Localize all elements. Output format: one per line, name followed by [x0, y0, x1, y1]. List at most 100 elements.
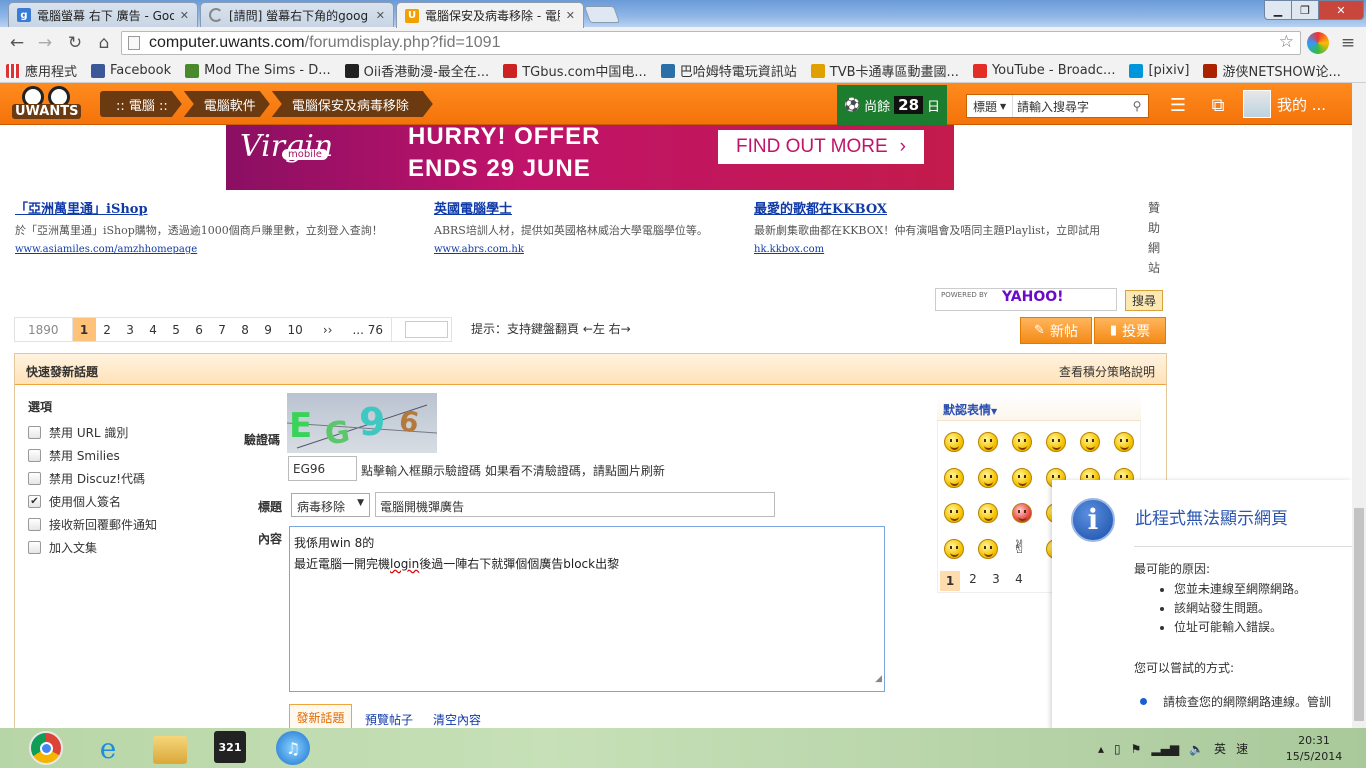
scrollbar-thumb[interactable] — [1354, 508, 1364, 721]
home-icon[interactable]: ⌂ — [93, 32, 115, 54]
bookmark-facebook[interactable]: Facebook — [91, 63, 171, 78]
find-out-more-button[interactable]: FIND OUT MORE › — [718, 130, 924, 164]
bookmark-apps[interactable]: 應用程式 — [6, 61, 77, 80]
ad-url[interactable]: www.abrs.com.hk — [434, 244, 708, 255]
search-icon[interactable]: ⚲ — [1126, 99, 1148, 113]
tab-question[interactable]: [請問] 螢幕右下角的goog ✕ — [200, 2, 394, 27]
next-page-link[interactable]: ›› — [311, 318, 345, 341]
option-disable-discuz[interactable]: 禁用 Discuz!代碼 — [28, 470, 145, 487]
smiley-icon[interactable] — [978, 539, 998, 559]
volume-icon[interactable]: 🔈 — [1189, 742, 1204, 756]
smiley-icon[interactable] — [1080, 432, 1100, 452]
content-textarea[interactable]: 我係用win 8的 最近電腦一開完機login後過一陣右下就彈個個廣告block… — [289, 526, 885, 692]
chrome-icon[interactable] — [29, 731, 63, 765]
days-left-badge[interactable]: ⚽ 尚餘 28 日 — [837, 85, 947, 125]
signal-icon[interactable]: ▂▄▆ — [1151, 742, 1179, 756]
windows-icon[interactable]: ⧉ — [1205, 93, 1231, 117]
checkbox[interactable] — [28, 472, 41, 485]
menu-icon[interactable]: ≡ — [1337, 32, 1359, 54]
bookmark-tvb[interactable]: TVB卡通專區動畫國... — [810, 61, 959, 80]
page-link[interactable]: 6 — [188, 318, 211, 341]
option-reply-notify[interactable]: 接收新回覆郵件通知 — [28, 516, 157, 533]
file-explorer-icon[interactable] — [153, 736, 187, 764]
show-hidden-icons-icon[interactable]: ▴ — [1098, 742, 1104, 756]
page-jump-field[interactable] — [404, 321, 448, 338]
checkbox[interactable] — [28, 426, 41, 439]
new-thread-button[interactable]: ✎ 新帖 — [1020, 317, 1092, 344]
close-window-button[interactable]: ✕ — [1318, 0, 1364, 20]
resize-handle-icon[interactable]: ◢ — [875, 669, 882, 690]
smiley-icon[interactable] — [1046, 432, 1066, 452]
option-use-signature[interactable]: ✔ 使用個人簽名 — [28, 493, 121, 510]
clock[interactable]: 20:31 15/5/2014 — [1284, 733, 1344, 765]
breadcrumb-computer[interactable]: :: 電腦 :: — [100, 91, 182, 117]
page-link[interactable]: 10 — [280, 318, 311, 341]
captcha-input[interactable]: EG96 — [288, 456, 357, 481]
smiley-icon[interactable] — [978, 468, 998, 488]
captcha-image[interactable]: E G 9 6 — [286, 393, 438, 453]
breadcrumb-security[interactable]: 電腦保安及病毒移除 — [272, 91, 433, 117]
page-link[interactable]: 2 — [96, 318, 119, 341]
preview-link[interactable]: 預覽帖子 — [365, 711, 413, 728]
smiley-icon[interactable] — [1012, 503, 1032, 523]
my-account-menu[interactable]: 我的 ... — [1243, 90, 1326, 118]
smiley-icon[interactable] — [978, 432, 998, 452]
ad-title[interactable]: 英國電腦學士 — [434, 198, 708, 217]
checkbox[interactable] — [28, 541, 41, 554]
star-icon[interactable]: ☆ — [1279, 32, 1294, 52]
close-icon[interactable]: ✕ — [376, 9, 385, 22]
page-jump-input[interactable] — [390, 318, 451, 341]
bookmark-modthesims[interactable]: Mod The Sims - D... — [185, 63, 331, 78]
battery-icon[interactable]: ▯ — [1114, 742, 1121, 756]
tab-uwants[interactable]: U 電腦保安及病毒移除 - 電腦 ✕ — [396, 2, 584, 28]
bookmark-tgbus[interactable]: TGbus.com中国电... — [503, 61, 647, 80]
smiley-icon[interactable] — [978, 503, 998, 523]
flag-icon[interactable]: ⚑ — [1131, 742, 1142, 756]
yahoo-search-input[interactable]: POWERED BY YAHOO! — [935, 288, 1117, 311]
smilies-page-link[interactable]: 4 — [1009, 572, 1029, 586]
checkbox-checked[interactable]: ✔ — [28, 495, 41, 508]
subject-input[interactable]: 電腦開機彈廣告 — [375, 492, 775, 517]
bookmark-pixiv[interactable]: [pixiv] — [1129, 63, 1189, 78]
ime-language[interactable]: 英 — [1214, 740, 1226, 757]
yahoo-search-button[interactable]: 搜尋 — [1125, 290, 1163, 311]
option-add-collection[interactable]: 加入文集 — [28, 539, 97, 556]
maximize-button[interactable]: ❐ — [1291, 0, 1319, 20]
thread-type-select[interactable]: 病毒移除 ▼ — [291, 493, 370, 517]
smilies-header[interactable]: 默認表情▼ — [937, 393, 1141, 421]
smiley-icon[interactable] — [944, 432, 964, 452]
bookmark-gamer[interactable]: 巴哈姆特電玩資訊站 — [660, 61, 797, 80]
breadcrumb-software[interactable]: 電腦軟件 — [184, 91, 270, 117]
smilies-page-link[interactable]: 2 — [963, 572, 983, 586]
smiley-icon[interactable] — [944, 539, 964, 559]
smiley-icon[interactable] — [1114, 432, 1134, 452]
checkbox[interactable] — [28, 518, 41, 531]
uwants-logo[interactable]: UWANTS — [12, 86, 84, 122]
smiley-icon[interactable] — [944, 503, 964, 523]
ad-title[interactable]: 最愛的歌都在KKBOX — [754, 198, 1100, 217]
smilies-page-link[interactable]: 3 — [986, 572, 1006, 586]
minimize-button[interactable]: ▁ — [1264, 0, 1292, 20]
page-link[interactable]: 4 — [142, 318, 165, 341]
internet-explorer-icon[interactable]: e — [91, 731, 125, 765]
back-icon[interactable]: ← — [6, 32, 28, 54]
hamburger-menu-icon[interactable]: ☰ — [1165, 93, 1191, 117]
option-disable-smilies[interactable]: 禁用 Smilies — [28, 447, 120, 464]
extension-icon[interactable] — [1307, 32, 1329, 54]
search-input[interactable]: 請輸入搜尋字 — [1013, 98, 1126, 115]
search-scope-select[interactable]: 標題 ▼ — [967, 95, 1013, 117]
tab-google-search[interactable]: g 電腦螢幕 右下 廣告 - Goo ✕ — [8, 2, 198, 27]
last-page-link[interactable]: ... 76 — [344, 318, 391, 341]
option-disable-url[interactable]: 禁用 URL 識別 — [28, 424, 128, 441]
ad-popup-error-page[interactable]: i 此程式無法顯示網頁 最可能的原因: 您並未連線至網際網路。 該網站發生問題。… — [1052, 480, 1352, 730]
ime-mode[interactable]: 速 — [1236, 740, 1248, 757]
poll-button[interactable]: ▮ 投票 — [1094, 317, 1166, 344]
clear-content-link[interactable]: 清空內容 — [433, 711, 481, 728]
address-bar[interactable]: computer.uwants.com/forumdisplay.php?fid… — [121, 31, 1301, 55]
smiley-icon[interactable] — [1012, 468, 1032, 488]
post-thread-button[interactable]: 發新話題 — [289, 704, 352, 730]
new-tab-button[interactable] — [583, 6, 621, 23]
itunes-icon[interactable]: ♫ — [276, 731, 310, 765]
bookmark-oii[interactable]: Oii香港動漫-最全在... — [344, 61, 489, 80]
page-link[interactable]: 7 — [211, 318, 234, 341]
